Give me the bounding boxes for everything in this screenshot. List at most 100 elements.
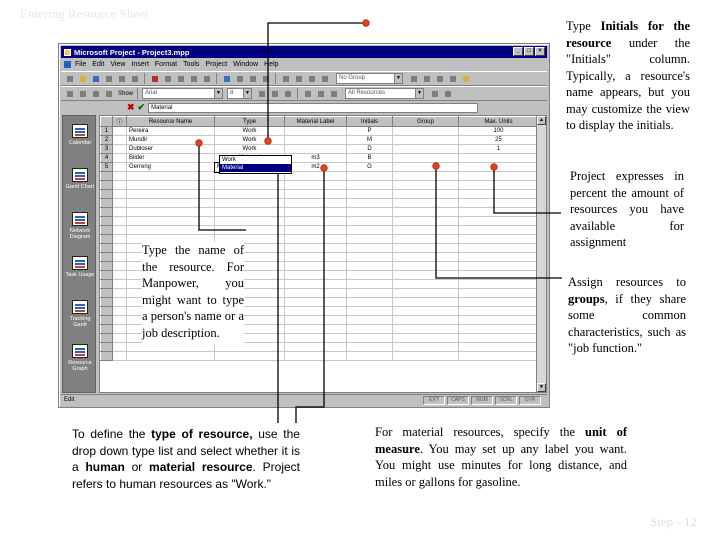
preview-icon[interactable]	[116, 73, 127, 84]
view-calendar[interactable]: Calendar	[63, 124, 97, 146]
label-cell[interactable]: m2	[284, 162, 347, 172]
menu-file[interactable]: File	[75, 61, 86, 68]
table-row[interactable]	[100, 189, 539, 199]
row-id[interactable]: 4	[100, 153, 113, 163]
row-id[interactable]	[100, 306, 113, 316]
entry-field[interactable]: Material	[148, 102, 479, 113]
row-id[interactable]	[100, 315, 113, 325]
row-id[interactable]: 1	[100, 126, 113, 136]
type-cell[interactable]: Work	[214, 144, 285, 154]
row-id[interactable]	[100, 180, 113, 190]
show-label[interactable]: Show	[118, 91, 133, 97]
right-arrow-icon[interactable]	[77, 88, 88, 99]
spelling-icon[interactable]	[129, 73, 140, 84]
menu-project[interactable]: Project	[205, 61, 227, 68]
table-row[interactable]: 3 Dubloser Work D 1	[100, 144, 539, 154]
view-tracking-gantt[interactable]: Tracking Gantt	[63, 300, 97, 328]
copy-icon[interactable]	[162, 73, 173, 84]
chevron-down-icon[interactable]: ▼	[243, 88, 253, 99]
row-id[interactable]	[100, 207, 113, 217]
document-icon[interactable]	[64, 61, 71, 68]
max-units-cell[interactable]	[458, 153, 539, 163]
row-id[interactable]	[100, 324, 113, 334]
type-cell[interactable]: Work	[214, 126, 285, 136]
column-header-material-label[interactable]: Material Label	[284, 116, 347, 127]
menu-window[interactable]: Window	[233, 61, 258, 68]
paste-icon[interactable]	[175, 73, 186, 84]
initials-cell[interactable]: B	[346, 153, 393, 163]
view-network-diagram[interactable]: Network Diagram	[63, 212, 97, 240]
type-dropdown-list[interactable]: Work Material	[219, 155, 292, 174]
chevron-down-icon[interactable]: ▼	[415, 88, 425, 99]
row-id[interactable]	[100, 288, 113, 298]
notes-icon[interactable]	[293, 73, 304, 84]
column-header-select-all[interactable]	[100, 116, 113, 127]
align-center-icon[interactable]	[315, 88, 327, 99]
format-painter-icon[interactable]	[188, 73, 199, 84]
max-units-cell[interactable]: 25	[458, 135, 539, 145]
table-row[interactable]: 1 Pereira Work P 100	[100, 126, 539, 136]
initials-cell[interactable]: P	[346, 126, 393, 136]
gantt-wizard-icon[interactable]	[442, 88, 454, 99]
table-row[interactable]: 2 Mundir Work M 25	[100, 135, 539, 145]
copy-picture-icon[interactable]	[447, 73, 458, 84]
row-id[interactable]	[100, 297, 113, 307]
vertical-scrollbar[interactable]: ▲ ▼	[536, 116, 546, 392]
row-id[interactable]	[100, 351, 113, 361]
save-icon[interactable]	[90, 73, 101, 84]
cancel-entry-icon[interactable]: ✖	[127, 102, 135, 113]
italic-icon[interactable]	[269, 88, 281, 99]
indicator-cell[interactable]	[112, 126, 127, 136]
font-combo[interactable]: Arial ▼	[142, 88, 224, 99]
row-id[interactable]	[100, 189, 113, 199]
column-header-type[interactable]: Type	[214, 116, 285, 127]
max-units-cell[interactable]	[458, 162, 539, 172]
group-cell[interactable]	[392, 135, 459, 145]
row-id[interactable]	[100, 216, 113, 226]
undo-icon[interactable]	[201, 73, 212, 84]
table-row[interactable]	[100, 180, 539, 190]
table-row[interactable]: 5 Gerreng Material▼ m2 G	[100, 161, 539, 173]
view-gantt-chart[interactable]: Gantt Chart	[63, 168, 97, 190]
chevron-down-icon[interactable]: ▼	[394, 73, 403, 84]
maximize-icon[interactable]: □	[524, 47, 534, 56]
open-icon[interactable]	[77, 73, 88, 84]
link-tasks-icon[interactable]	[234, 73, 245, 84]
row-id[interactable]: 3	[100, 144, 113, 154]
minimize-icon[interactable]: _	[513, 47, 523, 56]
add-icon[interactable]	[90, 88, 101, 99]
indicator-cell[interactable]	[112, 135, 127, 145]
menu-view[interactable]: View	[110, 61, 125, 68]
size-combo[interactable]: 8 ▼	[227, 88, 253, 99]
table-row[interactable]	[100, 171, 539, 181]
dropdown-option-material[interactable]: Material	[220, 164, 291, 172]
goto-task-icon[interactable]	[434, 73, 445, 84]
row-id[interactable]: 5	[100, 162, 113, 172]
row-id[interactable]	[100, 261, 113, 271]
chevron-down-icon[interactable]: ▼	[214, 88, 224, 99]
print-icon[interactable]	[103, 73, 114, 84]
assign-resources-icon[interactable]	[306, 73, 317, 84]
task-info-icon[interactable]	[280, 73, 291, 84]
menu-tools[interactable]: Tools	[183, 61, 199, 68]
remove-icon[interactable]	[103, 88, 114, 99]
confirm-entry-icon[interactable]: ✔	[138, 102, 146, 113]
group-cell[interactable]	[392, 126, 459, 136]
name-cell[interactable]: Bilder	[126, 153, 215, 163]
new-icon[interactable]	[64, 73, 75, 84]
window-titlebar[interactable]: Microsoft Project - Project3.mpp _ □ ×	[61, 46, 547, 58]
type-cell[interactable]: Work	[214, 135, 285, 145]
label-cell[interactable]: m3	[284, 153, 347, 163]
column-header-indicators[interactable]: ⓘ	[112, 116, 127, 127]
name-cell[interactable]: Dubloser	[126, 144, 215, 154]
table-row[interactable]	[100, 216, 539, 226]
menu-edit[interactable]: Edit	[92, 61, 104, 68]
row-id[interactable]	[100, 225, 113, 235]
indicator-cell[interactable]	[112, 144, 127, 154]
table-row[interactable]: 4 Bilder Material m3 B	[100, 153, 539, 163]
indicator-cell[interactable]	[112, 153, 127, 163]
group-cell[interactable]	[392, 153, 459, 163]
view-resource-graph[interactable]: Resource Graph	[63, 344, 97, 372]
zoom-in-icon[interactable]	[408, 73, 419, 84]
group-cell[interactable]	[392, 162, 459, 172]
